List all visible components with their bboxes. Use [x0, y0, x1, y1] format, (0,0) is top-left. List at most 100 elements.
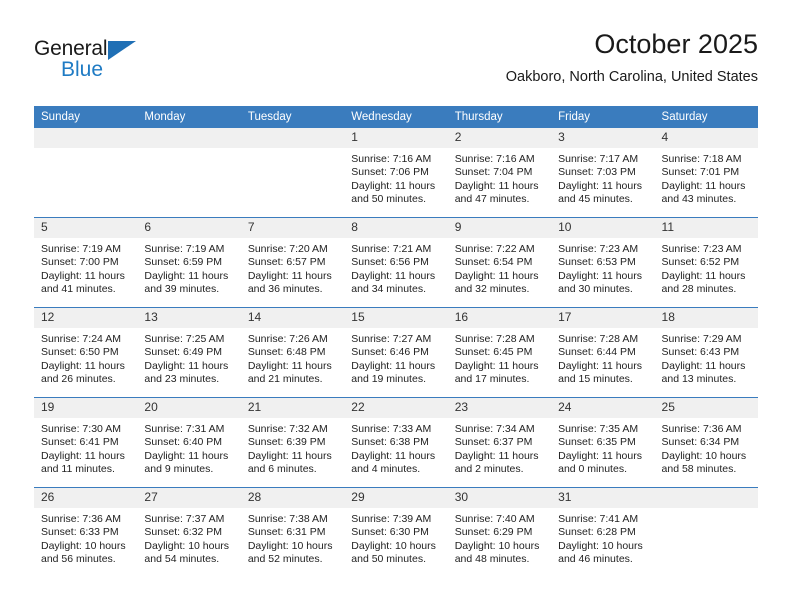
- calendar-day-cell[interactable]: 23 Sunrise: 7:34 AM Sunset: 6:37 PM Dayligh…: [447, 398, 552, 487]
- sunrise-text: Sunrise: 7:39 AM: [351, 513, 432, 525]
- calendar-day-cell[interactable]: 26 Sunrise: 7:36 AM Sunset: 6:33 PM Dayligh…: [34, 488, 138, 577]
- calendar-day-cell[interactable]: 17 Sunrise: 7:28 AM Sunset: 6:44 PM Dayligh…: [551, 308, 655, 397]
- calendar-day-cell[interactable]: 13 Sunrise: 7:25 AM Sunset: 6:49 PM Dayligh…: [137, 308, 241, 397]
- calendar-day-cell[interactable]: 28 Sunrise: 7:38 AM Sunset: 6:31 PM Dayligh…: [240, 488, 345, 577]
- daylight-text-line2: and 54 minutes.: [144, 553, 220, 566]
- daylight-text-line2: and 50 minutes.: [351, 193, 426, 206]
- logo-text-general: General: [34, 37, 108, 60]
- calendar-day-cell[interactable]: 8 Sunrise: 7:21 AM Sunset: 6:56 PM Daylight…: [344, 218, 448, 307]
- daylight-text-line1: Daylight: 10 hours: [144, 539, 230, 552]
- calendar-day-cell[interactable]: 6 Sunrise: 7:19 AM Sunset: 6:59 PM Daylight…: [137, 218, 241, 307]
- daylight-text-line2: and 52 minutes.: [247, 553, 323, 566]
- day-details: Sunrise: 7:36 AM Sunset: 6:33 PM Daylight:…: [34, 508, 137, 567]
- calendar-day-cell[interactable]: 5 Sunrise: 7:19 AM Sunset: 7:00 PM Daylight…: [34, 218, 138, 307]
- calendar-day-cell[interactable]: 31 Sunrise: 7:41 AM Sunset: 6:28 PM Dayligh…: [551, 488, 655, 577]
- daylight-text-line2: and 6 minutes.: [247, 463, 317, 476]
- calendar-day-cell-empty: [34, 128, 138, 217]
- calendar-day-cell[interactable]: 3 Sunrise: 7:17 AM Sunset: 7:03 PM Daylight…: [551, 128, 655, 217]
- sunrise-text: Sunrise: 7:16 AM: [351, 153, 432, 165]
- day-number: 18: [654, 308, 758, 328]
- sunrise-text: Sunrise: 7:23 AM: [558, 243, 639, 255]
- calendar-day-cell[interactable]: 15 Sunrise: 7:27 AM Sunset: 6:46 PM Dayligh…: [344, 308, 448, 397]
- daylight-text-line2: and 50 minutes.: [351, 553, 426, 566]
- calendar-day-cell[interactable]: 12 Sunrise: 7:24 AM Sunset: 6:50 PM Dayligh…: [34, 308, 138, 397]
- day-number: [34, 128, 138, 148]
- daylight-text-line2: and 41 minutes.: [41, 283, 116, 296]
- daylight-text-line2: and 23 minutes.: [144, 373, 220, 386]
- day-number: 5: [34, 218, 138, 238]
- daylight-text-line1: Daylight: 10 hours: [41, 539, 126, 552]
- sunset-text: Sunset: 6:48 PM: [247, 346, 326, 359]
- calendar-day-cell[interactable]: 4 Sunrise: 7:18 AM Sunset: 7:01 PM Daylight…: [654, 128, 758, 217]
- sunrise-text: Sunrise: 7:37 AM: [144, 513, 225, 525]
- calendar-day-cell[interactable]: 10 Sunrise: 7:23 AM Sunset: 6:53 PM Dayligh…: [551, 218, 655, 307]
- daylight-text-line1: Daylight: 10 hours: [454, 539, 540, 552]
- daylight-text-line2: and 34 minutes.: [351, 283, 426, 296]
- daylight-text-line2: and 58 minutes.: [661, 463, 737, 476]
- sunset-text: Sunset: 6:53 PM: [558, 256, 636, 269]
- daylight-text-line1: Daylight: 11 hours: [247, 449, 332, 462]
- sunset-text: Sunset: 6:38 PM: [351, 436, 429, 449]
- day-details: Sunrise: 7:30 AM Sunset: 6:41 PM Daylight:…: [34, 418, 137, 477]
- calendar-day-cell[interactable]: 21 Sunrise: 7:32 AM Sunset: 6:39 PM Dayligh…: [240, 398, 345, 487]
- calendar-day-cell[interactable]: 16 Sunrise: 7:28 AM Sunset: 6:45 PM Dayligh…: [447, 308, 552, 397]
- weekday-header-saturday: Saturday: [654, 106, 758, 128]
- daylight-text-line2: and 32 minutes.: [454, 283, 530, 296]
- calendar-day-cell[interactable]: 9 Sunrise: 7:22 AM Sunset: 6:54 PM Daylight…: [447, 218, 552, 307]
- calendar-day-cell[interactable]: 1 Sunrise: 7:16 AM Sunset: 7:06 PM Daylight…: [344, 128, 448, 217]
- day-number: 13: [137, 308, 241, 328]
- sunset-text: Sunset: 6:50 PM: [41, 346, 119, 359]
- day-details: Sunrise: 7:32 AM Sunset: 6:39 PM Daylight:…: [241, 418, 344, 477]
- calendar-day-cell[interactable]: 25 Sunrise: 7:36 AM Sunset: 6:34 PM Dayligh…: [654, 398, 758, 487]
- daylight-text-line1: Daylight: 11 hours: [661, 179, 746, 192]
- page-header: General Blue October 2025 Oakboro, North…: [34, 28, 758, 100]
- sunset-text: Sunset: 6:28 PM: [558, 526, 636, 539]
- sunrise-text: Sunrise: 7:24 AM: [41, 333, 121, 345]
- calendar-day-cell-empty: [137, 128, 241, 217]
- sunrise-text: Sunrise: 7:32 AM: [247, 423, 328, 435]
- calendar-day-cell[interactable]: 29 Sunrise: 7:39 AM Sunset: 6:30 PM Dayligh…: [344, 488, 448, 577]
- sunset-text: Sunset: 6:45 PM: [454, 346, 533, 359]
- sunrise-text: Sunrise: 7:33 AM: [351, 423, 432, 435]
- day-details: Sunrise: 7:23 AM Sunset: 6:53 PM Daylight:…: [551, 238, 654, 297]
- calendar-day-cell[interactable]: 24 Sunrise: 7:35 AM Sunset: 6:35 PM Dayligh…: [551, 398, 655, 487]
- sunrise-text: Sunrise: 7:36 AM: [41, 513, 121, 525]
- day-number: 1: [344, 128, 448, 148]
- calendar-day-cell[interactable]: 19 Sunrise: 7:30 AM Sunset: 6:41 PM Dayligh…: [34, 398, 138, 487]
- generalblue-logo[interactable]: General Blue: [34, 38, 194, 94]
- calendar-day-cell[interactable]: 2 Sunrise: 7:16 AM Sunset: 7:04 PM Daylight…: [447, 128, 552, 217]
- calendar-day-cell[interactable]: 22 Sunrise: 7:33 AM Sunset: 6:38 PM Dayligh…: [344, 398, 448, 487]
- daylight-text-line2: and 47 minutes.: [454, 193, 530, 206]
- day-number: [654, 488, 758, 508]
- sunset-text: Sunset: 6:35 PM: [558, 436, 636, 449]
- weekday-header-sunday: Sunday: [34, 106, 138, 128]
- daylight-text-line2: and 11 minutes.: [41, 463, 115, 476]
- calendar-table: Sunday Monday Tuesday Wednesday Thursday…: [34, 106, 758, 577]
- day-details: Sunrise: 7:25 AM Sunset: 6:49 PM Daylight:…: [137, 328, 240, 387]
- daylight-text-line1: Daylight: 11 hours: [144, 269, 229, 282]
- calendar-day-cell[interactable]: 27 Sunrise: 7:37 AM Sunset: 6:32 PM Dayligh…: [137, 488, 241, 577]
- sunrise-text: Sunrise: 7:28 AM: [558, 333, 639, 345]
- day-details: Sunrise: 7:21 AM Sunset: 6:56 PM Daylight:…: [344, 238, 447, 297]
- daylight-text-line2: and 4 minutes.: [351, 463, 421, 476]
- sunset-text: Sunset: 6:32 PM: [144, 526, 223, 539]
- sunset-text: Sunset: 6:56 PM: [351, 256, 429, 269]
- day-details: Sunrise: 7:16 AM Sunset: 7:04 PM Daylight:…: [448, 148, 551, 207]
- sunset-text: Sunset: 6:40 PM: [144, 436, 223, 449]
- daylight-text-line1: Daylight: 10 hours: [558, 539, 643, 552]
- day-number: 2: [447, 128, 552, 148]
- daylight-text-line2: and 36 minutes.: [247, 283, 323, 296]
- day-number: 21: [240, 398, 345, 418]
- calendar-day-cell[interactable]: 30 Sunrise: 7:40 AM Sunset: 6:29 PM Dayligh…: [447, 488, 552, 577]
- daylight-text-line2: and 13 minutes.: [661, 373, 737, 386]
- day-number: 7: [240, 218, 345, 238]
- calendar-day-cell[interactable]: 20 Sunrise: 7:31 AM Sunset: 6:40 PM Dayligh…: [137, 398, 241, 487]
- calendar-day-cell[interactable]: 14 Sunrise: 7:26 AM Sunset: 6:48 PM Dayligh…: [240, 308, 345, 397]
- page-subtitle: Oakboro, North Carolina, United States: [505, 69, 758, 85]
- daylight-text-line1: Daylight: 11 hours: [351, 179, 436, 192]
- calendar-body: 1 Sunrise: 7:16 AM Sunset: 7:06 PM Daylight…: [34, 128, 758, 577]
- day-details: Sunrise: 7:40 AM Sunset: 6:29 PM Daylight:…: [448, 508, 551, 567]
- calendar-day-cell[interactable]: 11 Sunrise: 7:23 AM Sunset: 6:52 PM Dayligh…: [654, 218, 758, 307]
- calendar-day-cell[interactable]: 18 Sunrise: 7:29 AM Sunset: 6:43 PM Dayligh…: [654, 308, 758, 397]
- calendar-day-cell[interactable]: 7 Sunrise: 7:20 AM Sunset: 6:57 PM Daylight…: [240, 218, 345, 307]
